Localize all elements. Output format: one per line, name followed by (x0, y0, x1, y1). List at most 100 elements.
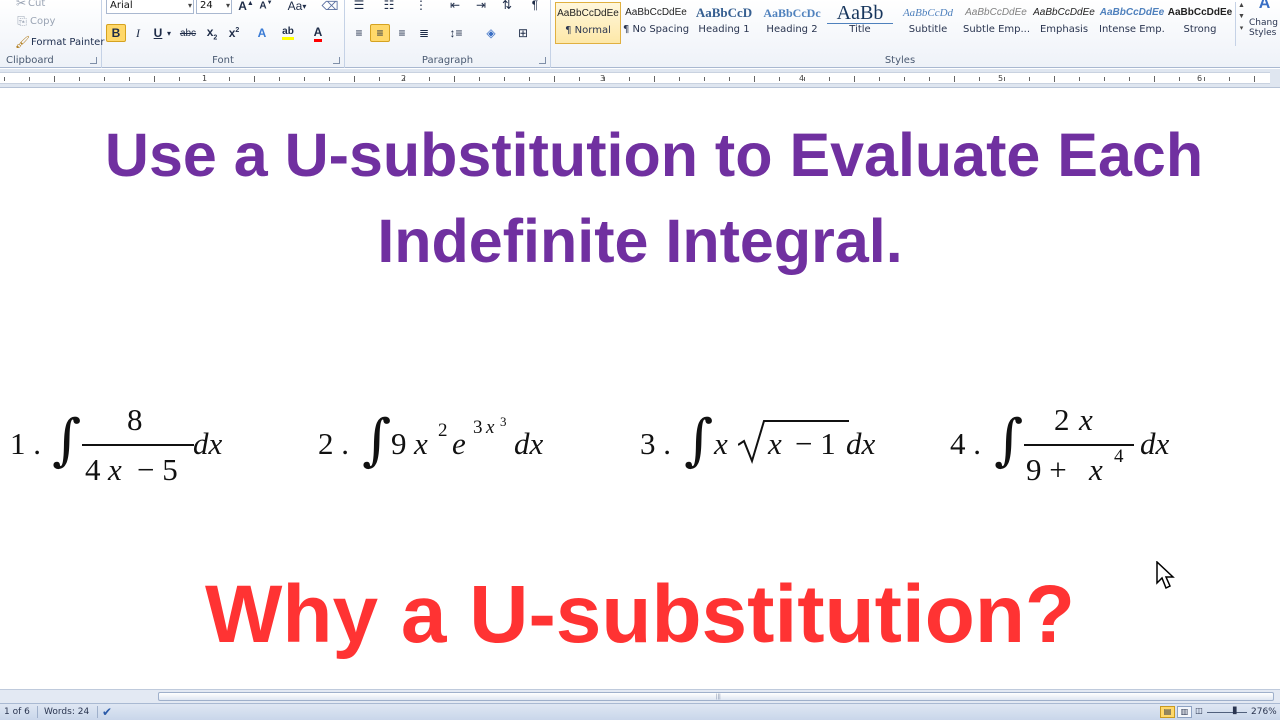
paragraph-launcher-icon[interactable] (539, 57, 546, 64)
font-name-select[interactable]: Arial ▾ (106, 0, 194, 14)
borders-button[interactable]: ⊞ (511, 24, 535, 42)
align-center-button[interactable]: ≡ (370, 24, 390, 42)
change-styles-button[interactable]: A Chang Styles (1249, 0, 1280, 68)
copy-button[interactable]: ⎘ Copy (14, 12, 55, 30)
ribbon: ✂ Cut ⎘ Copy 🖌 Format Painter Clipboard … (0, 0, 1280, 68)
increase-indent-button[interactable]: ⇥ (471, 0, 491, 14)
ruler-tick (554, 76, 555, 82)
style-strong[interactable]: AaBbCcDdEe Strong (1167, 2, 1233, 44)
highlighter-icon: ab (282, 26, 294, 40)
format-painter-button[interactable]: 🖌 Format Painter (14, 33, 105, 51)
italic-button[interactable]: I (128, 24, 148, 42)
subscript-button[interactable]: x2 (202, 24, 222, 42)
ruler-tick (779, 77, 780, 81)
style-intense-emphasis[interactable]: AaBbCcDdEe Intense Emp... (1099, 2, 1165, 44)
font-color-button[interactable]: A (308, 24, 328, 42)
text-effects-button[interactable]: A (252, 24, 272, 42)
style-subtle-emphasis[interactable]: AaBbCcDdEe Subtle Emp... (963, 2, 1029, 44)
style-title[interactable]: AaBb Title (827, 2, 893, 44)
denominator-power: 4 (1114, 446, 1124, 467)
ruler-tick (1204, 77, 1205, 81)
clipboard-launcher-icon[interactable] (90, 57, 97, 64)
ruler-tick (504, 77, 505, 81)
document-page[interactable]: Use a U-substitution to Evaluate Each In… (0, 89, 1280, 689)
ruler-tick (529, 77, 530, 81)
ruler-tick (904, 77, 905, 81)
align-right-button[interactable]: ≡ (392, 24, 412, 42)
proofing-icon[interactable]: ✔ (102, 705, 112, 719)
style-label: Title (849, 24, 871, 35)
show-formatting-button[interactable]: ¶ (525, 0, 545, 14)
line-spacing-button[interactable]: ↕≡ (444, 24, 468, 42)
web-layout-button[interactable]: ◫ (1194, 706, 1204, 718)
subscript-icon: x2 (206, 24, 218, 42)
ruler-tick (1154, 76, 1155, 82)
superscript-button[interactable]: x2 (224, 24, 244, 42)
font-size-select[interactable]: 24 ▾ (196, 0, 232, 14)
zoom-slider[interactable] (1207, 712, 1247, 713)
align-left-icon: ≡ (355, 26, 363, 40)
style-preview: AaBbCcDdEe (1099, 7, 1165, 18)
horizontal-scrollbar[interactable]: ||| (0, 689, 1280, 703)
style-label: Heading 1 (698, 24, 750, 35)
reading-icon: ▥ (1180, 707, 1189, 716)
horizontal-ruler[interactable]: 1 2 3 4 5 6 (0, 69, 1280, 88)
ruler-tick (254, 76, 255, 82)
status-bar: 1 of 6 Words: 24 ✔ ▤ ▥ ◫ ▮ 276% (0, 703, 1280, 720)
ruler-tick (379, 77, 380, 81)
chevron-down-icon: ▼ (1238, 13, 1245, 20)
underline-icon: U (153, 26, 163, 40)
bullets-button[interactable]: ☰ (349, 0, 369, 14)
font-launcher-icon[interactable] (333, 57, 340, 64)
ruler-tick (604, 77, 605, 81)
exponent-power: 3 (500, 414, 507, 429)
multilevel-list-button[interactable]: ⋮ (411, 0, 431, 14)
styles-gallery-scroll[interactable]: ▲ ▼ ▾ (1235, 2, 1247, 46)
decrease-indent-button[interactable]: ⇤ (445, 0, 465, 14)
shrink-font-button[interactable]: A▼ (256, 0, 276, 15)
change-case-button[interactable]: Aa ▾ (284, 0, 310, 15)
cut-button[interactable]: ✂ Cut (14, 0, 45, 12)
grow-font-button[interactable]: A▲ (236, 0, 256, 15)
more-styles-icon: ▾ (1239, 25, 1244, 32)
shading-button[interactable]: ◈ (479, 24, 503, 42)
full-screen-reading-button[interactable]: ▥ (1177, 706, 1192, 718)
underline-dropdown[interactable]: ▾ (164, 24, 174, 42)
multilevel-list-icon: ⋮ (415, 0, 427, 12)
chevron-down-icon: ▾ (187, 1, 192, 10)
clear-formatting-button[interactable]: ⌫ (320, 0, 340, 15)
copy-label: Copy (30, 15, 56, 27)
highlight-button[interactable]: ab (278, 24, 298, 42)
style-no-spacing[interactable]: AaBbCcDdEe ¶ No Spacing (623, 2, 689, 44)
page-count[interactable]: 1 of 6 (4, 707, 30, 717)
format-painter-label: Format Painter (31, 36, 105, 48)
print-layout-view-button[interactable]: ▤ (1160, 706, 1175, 718)
bold-icon: B (111, 26, 121, 40)
ruler-track: 1 2 3 4 5 6 (0, 72, 1270, 84)
ruler-tick (454, 76, 455, 82)
word-count[interactable]: Words: 24 (44, 707, 89, 717)
zoom-thumb-icon[interactable]: ▮ (1232, 705, 1238, 716)
numerator: 8 (127, 402, 143, 437)
scroll-thumb[interactable]: ||| (158, 692, 1274, 701)
justify-button[interactable]: ≣ (414, 24, 434, 42)
zoom-level[interactable]: 276% (1251, 707, 1277, 717)
style-heading-1[interactable]: AaBbCcD Heading 1 (691, 2, 757, 44)
bold-button[interactable]: B (106, 24, 126, 42)
increase-indent-icon: ⇥ (475, 0, 487, 12)
ruler-tick (204, 77, 205, 81)
style-preview: AaBbCcDdEe (625, 7, 687, 18)
strikethrough-button[interactable]: abc (178, 24, 198, 42)
sort-button[interactable]: ⇅ (497, 0, 517, 14)
style-subtitle[interactable]: AaBbCcDd Subtitle (895, 2, 961, 44)
numbering-button[interactable]: ☷ (379, 0, 399, 14)
integral-sign: ∫ (684, 408, 714, 473)
status-divider (37, 706, 38, 718)
chevron-up-icon: ▲ (1238, 2, 1245, 9)
style-heading-2[interactable]: AaBbCcDc Heading 2 (759, 2, 825, 44)
align-left-button[interactable]: ≡ (349, 24, 369, 42)
style-emphasis[interactable]: AaBbCcDdEe Emphasis (1031, 2, 1097, 44)
shrink-font-icon: A▼ (259, 0, 273, 12)
style-normal[interactable]: AaBbCcDdEe ¶ Normal (555, 2, 621, 44)
strikethrough-icon: abc (179, 27, 197, 39)
